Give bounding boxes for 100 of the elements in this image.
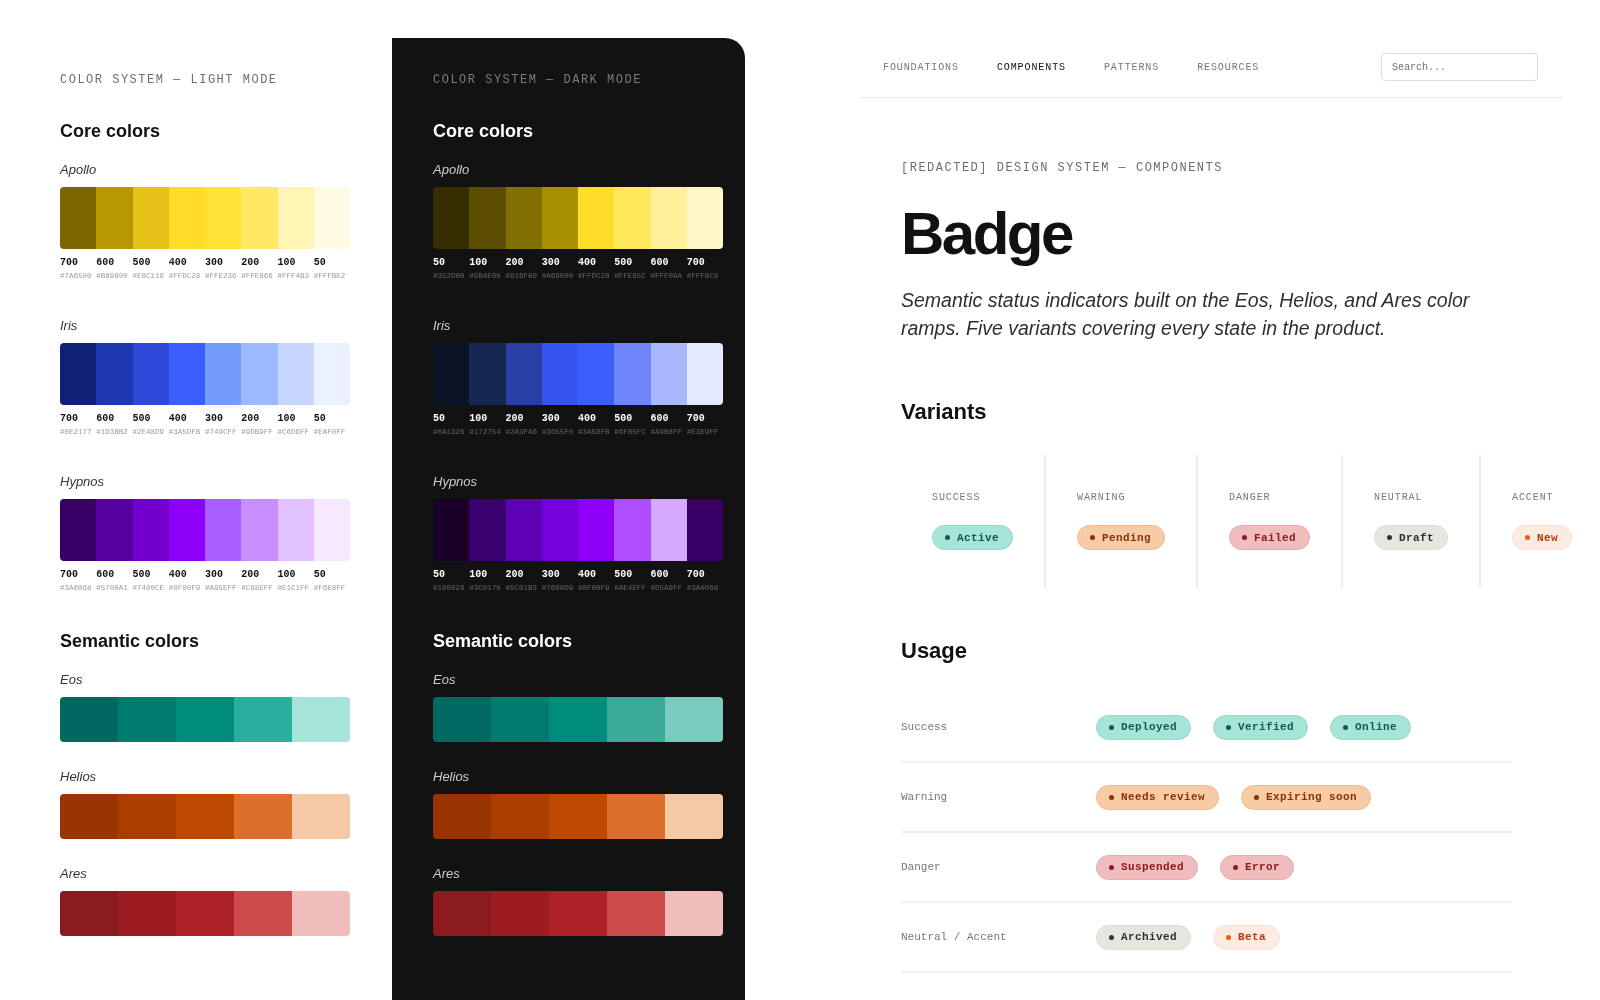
step-label: 200 (241, 257, 260, 269)
step-label: 300 (205, 413, 223, 425)
step-label: 100 (469, 569, 488, 581)
badge-label: Needs review (1121, 790, 1205, 804)
step-label: 600 (650, 257, 669, 269)
step-label: 400 (578, 569, 596, 581)
step-label: 400 (578, 257, 596, 269)
step-label: 200 (241, 413, 260, 425)
badge-label: Online (1355, 720, 1398, 734)
ramp-name: Ares (433, 866, 460, 882)
group-heading: Semantic colors (433, 630, 573, 653)
badge-label: Error (1245, 860, 1281, 874)
usage-label: Warning (901, 791, 948, 803)
step-label: 50 (433, 257, 445, 269)
status-dot-icon (1226, 934, 1231, 940)
step-label: 700 (60, 569, 78, 581)
step-label: 400 (578, 413, 596, 425)
step-label: 200 (505, 257, 524, 269)
badge-label: Draft (1399, 530, 1435, 545)
nav-tab[interactable]: FOUNDATIONS (883, 61, 959, 73)
step-label: 300 (205, 569, 223, 581)
step-label: 600 (96, 413, 115, 425)
page-title: Badge (901, 201, 1072, 267)
ramp-name: Apollo (433, 162, 470, 178)
variant-label: WARNING (1077, 491, 1126, 505)
badge-label: Archived (1121, 930, 1177, 944)
usage-label: Neutral / Accent (901, 931, 1007, 943)
status-dot-icon (1242, 535, 1248, 540)
ramp-name: Hypnos (60, 474, 105, 490)
ramp-name: Helios (60, 769, 97, 785)
step-label: 700 (686, 413, 705, 425)
badge-label: Active (957, 530, 999, 545)
section-heading: Variants (901, 398, 987, 426)
status-dot-icon (1109, 864, 1114, 870)
section-heading: Usage (901, 637, 968, 665)
step-label: 200 (241, 569, 260, 581)
step-label: 50 (433, 569, 445, 581)
ramp-name: Apollo (60, 162, 97, 178)
section-eyebrow: COLOR SYSTEM — DARK MODE (433, 72, 642, 88)
ramp-name: Eos (60, 672, 83, 688)
step-label: 700 (60, 413, 78, 425)
badge-label: Pending (1102, 530, 1152, 545)
step-label: 300 (541, 257, 560, 269)
status-dot-icon (1109, 724, 1114, 730)
step-label: 500 (132, 257, 151, 269)
variant-label: ACCENT (1512, 491, 1554, 505)
step-label: 100 (277, 257, 296, 269)
group-heading: Core colors (433, 120, 534, 143)
status-dot-icon (945, 535, 950, 540)
search-field[interactable]: Search... (1381, 53, 1538, 81)
badge-label: Suspended (1121, 860, 1184, 874)
group-heading: Core colors (60, 120, 161, 143)
step-label: 50 (313, 257, 326, 269)
step-label: 600 (650, 413, 669, 425)
status-dot-icon (1109, 794, 1114, 800)
step-label: 500 (614, 413, 633, 425)
step-label: 100 (469, 413, 488, 425)
nav-tab[interactable]: PATTERNS (1103, 61, 1160, 73)
step-label: 50 (433, 413, 445, 425)
step-label: 500 (614, 569, 633, 581)
step-label: 200 (505, 569, 524, 581)
variant-label: SUCCESS (932, 491, 981, 505)
status-dot-icon (1343, 724, 1349, 730)
step-label: 600 (96, 569, 115, 581)
step-label: 700 (686, 569, 705, 581)
step-label: 400 (168, 413, 187, 425)
nav-tab[interactable]: COMPONENTS (996, 61, 1066, 73)
group-heading: Semantic colors (60, 630, 200, 653)
step-label: 600 (96, 257, 115, 269)
step-label: 50 (313, 413, 326, 425)
step-label: 300 (541, 569, 560, 581)
status-dot-icon (1090, 535, 1095, 540)
step-label: 500 (132, 569, 151, 581)
status-dot-icon (1226, 724, 1231, 730)
badge-label: Expiring soon (1266, 790, 1358, 804)
variant-label: NEUTRAL (1374, 491, 1423, 505)
ramp-name: Helios (433, 769, 470, 785)
step-label: 200 (505, 413, 524, 425)
step-label: 300 (541, 413, 560, 425)
usage-label: Success (901, 721, 948, 733)
ramp-name: Hypnos (433, 474, 478, 490)
step-label: 400 (168, 569, 187, 581)
step-label: 300 (205, 257, 223, 269)
nav-tab[interactable]: RESOURCES (1197, 61, 1260, 73)
step-label: 100 (277, 569, 296, 581)
step-label: 500 (132, 413, 151, 425)
badge-label: Verified (1238, 720, 1295, 734)
status-dot-icon (1525, 535, 1531, 540)
section-eyebrow: COLOR SYSTEM — LIGHT MODE (60, 72, 278, 88)
step-label: 700 (686, 257, 705, 269)
ramp-name: Ares (60, 866, 87, 882)
badge-label: Deployed (1121, 720, 1177, 734)
ramp-name: Iris (433, 318, 451, 334)
badge-label: Beta (1238, 930, 1267, 944)
badge-label: Failed (1254, 530, 1297, 545)
step-label: 500 (614, 257, 633, 269)
status-dot-icon (1109, 934, 1114, 940)
status-dot-icon (1233, 864, 1238, 870)
step-label: 400 (168, 257, 187, 269)
page-description: Semantic status indicators built on the Eos, Helios, and Ares color ramps. Five variants covering every state in the product. (901, 288, 1471, 341)
